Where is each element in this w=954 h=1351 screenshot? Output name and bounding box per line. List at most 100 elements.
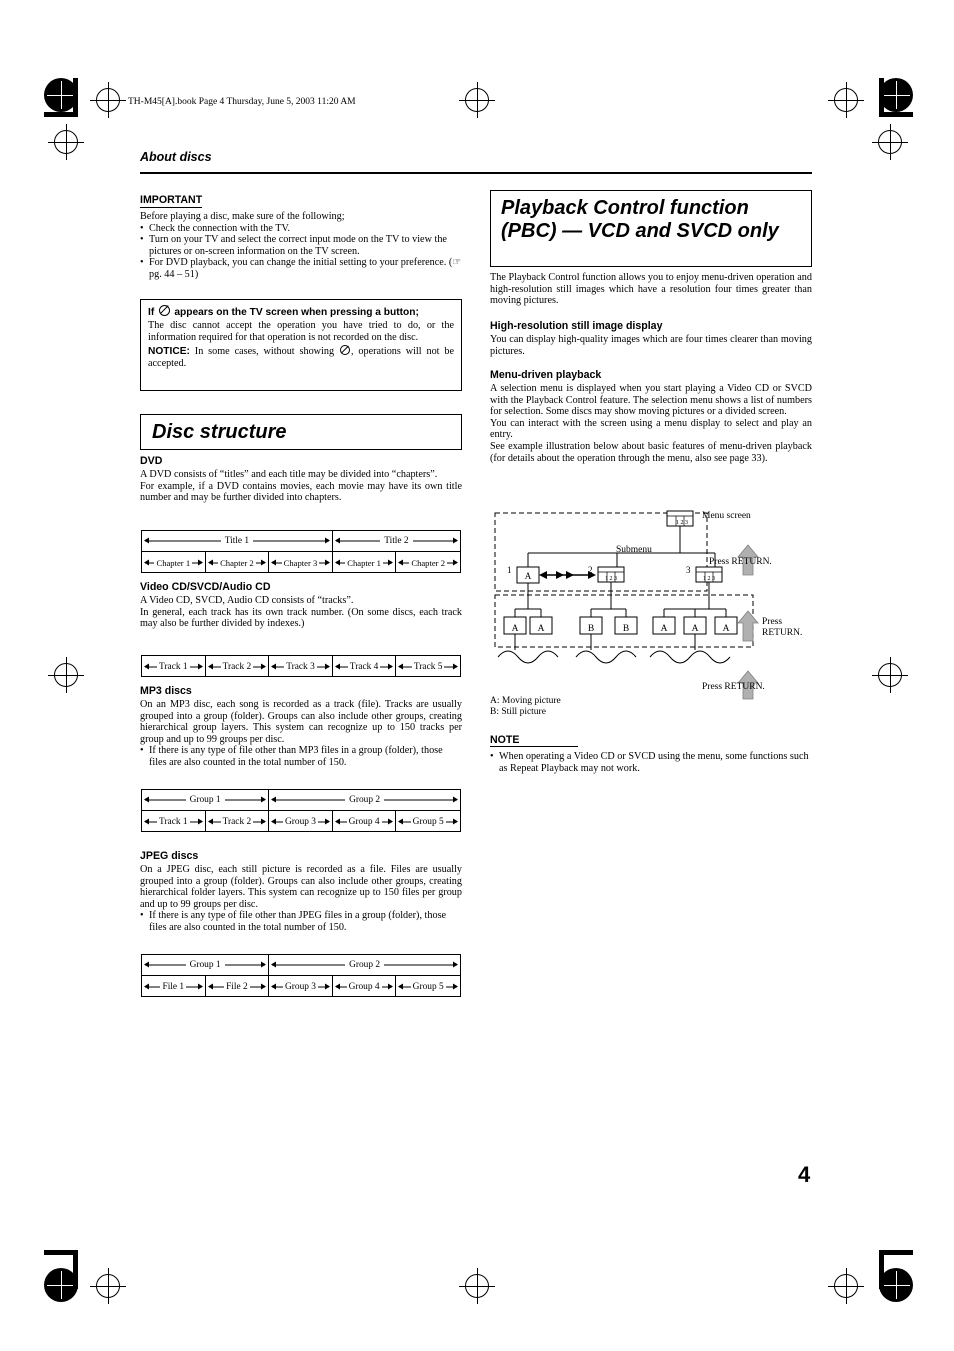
cell-label: Chapter 3: [281, 557, 320, 568]
jpeg-block: JPEG discs On a JPEG disc, each still pi…: [140, 850, 462, 934]
cell-label: Track 5: [411, 661, 445, 672]
table-cell: Group 5: [396, 811, 460, 832]
table-cell: Group 4: [333, 976, 397, 997]
menu-driven-heading: Menu-driven playback: [490, 369, 602, 381]
crosshair-top-center: [459, 82, 495, 118]
pbc-intro: The Playback Control function allows you…: [490, 272, 812, 307]
vcd-block: Video CD/SVCD/Audio CD A Video CD, SVCD,…: [140, 581, 462, 630]
registration-mark-top-right: [879, 78, 913, 112]
running-head: About discs: [140, 150, 212, 164]
cell-label: Chapter 1: [154, 557, 193, 568]
table-cell: Track 5: [396, 656, 460, 677]
cell-label: Track 1: [157, 816, 190, 827]
pbc-title-bar: Playback Control function (PBC) — VCD an…: [490, 190, 812, 267]
crosshair-left-upper: [48, 124, 84, 160]
crop-mark-br-v: [879, 1250, 884, 1289]
note-bullet-list: When operating a Video CD or SVCD using …: [490, 751, 812, 774]
table-cell: Track 1: [142, 811, 206, 832]
important-intro: Before playing a disc, make sure of the …: [140, 211, 345, 222]
mp3-structure-table: Group 1 Group 2 Track 1 Track 2 Group 3 …: [141, 789, 461, 832]
table-cell: Track 4: [333, 656, 397, 677]
vcd-paragraph-2: In general, each track has its own track…: [140, 606, 462, 630]
dvd-structure-table: Title 1 Title 2 Chapter 1 Chapter 2 Chap…: [141, 530, 461, 573]
table-cell: File 2: [206, 976, 270, 997]
high-res-paragraph: You can display high-quality images whic…: [490, 334, 812, 357]
list-item: Turn on your TV and select the correct i…: [140, 234, 462, 257]
running-head-rule: [140, 172, 812, 174]
crosshair-bottom-right: [828, 1268, 864, 1304]
table-cell: Group 4: [333, 811, 397, 832]
table-cell: Group 3: [269, 811, 333, 832]
page: TH-M45[A].book Page 4 Thursday, June 5, …: [0, 0, 954, 1351]
submenu-label: Submenu: [616, 545, 652, 555]
table-row: File 1 File 2 Group 3 Group 4 Group 5: [142, 976, 460, 997]
crosshair-bottom-center: [459, 1268, 495, 1304]
pbc-diagram: 1 2 3 1 2 3 1 2 3 A 1 2 3 A A B B A A A …: [490, 505, 812, 720]
cell-label: Track 3: [284, 661, 317, 672]
book-header-line: TH-M45[A].book Page 4 Thursday, June 5, …: [128, 97, 356, 107]
table-cell: Group 2: [269, 790, 460, 810]
prohibit-box-body: The disc cannot accept the operation you…: [148, 320, 454, 343]
table-row: Chapter 1 Chapter 2 Chapter 3 Chapter 1 …: [142, 552, 460, 573]
cell-label: Group 2: [345, 960, 385, 970]
jpeg-heading: JPEG discs: [140, 850, 199, 862]
crop-mark-bl-v: [73, 1250, 78, 1289]
cell-label: Group 1: [185, 795, 225, 805]
crosshair-right-middle: [872, 657, 908, 693]
crosshair-bottom-left: [90, 1268, 126, 1304]
crop-mark-br-h: [879, 1250, 913, 1255]
table-row: Track 1 Track 2 Group 3 Group 4 Group 5: [142, 811, 460, 832]
menu-driven-paragraph-2: You can interact with the screen using a…: [490, 417, 812, 441]
table-cell: Group 5: [396, 976, 460, 997]
cell-label: Track 2: [220, 661, 254, 672]
svg-text:1 2 3: 1 2 3: [703, 576, 715, 582]
note-block: NOTE When operating a Video CD or SVCD u…: [490, 730, 812, 774]
crosshair-right-upper: [872, 124, 908, 160]
mp3-bullet-list: If there is any type of file other than …: [140, 745, 462, 768]
table-row: Track 1 Track 2 Track 3 Track 4 Track 5: [142, 656, 460, 677]
dvd-block: DVD A DVD consists of “titles” and each …: [140, 455, 462, 504]
right-column-intro: The Playback Control function allows you…: [490, 272, 812, 307]
cell-label: Group 5: [410, 816, 446, 827]
cell-label: Chapter 2: [218, 557, 256, 568]
crosshair-top-right: [828, 82, 864, 118]
jpeg-bullet-list: If there is any type of file other than …: [140, 910, 462, 933]
mp3-heading: MP3 discs: [140, 685, 192, 697]
pbc-title: Playback Control function (PBC) — VCD an…: [501, 197, 779, 242]
legend-item-a: A: Moving picture: [490, 696, 561, 706]
jpeg-structure-table: Group 1 Group 2 File 1 File 2 Group 3 Gr…: [141, 954, 461, 997]
table-cell: Chapter 2: [396, 552, 460, 573]
svg-text:2: 2: [588, 565, 593, 575]
cell-label: Track 4: [347, 661, 381, 672]
table-row: Group 1 Group 2: [142, 955, 460, 976]
crop-mark-tr-h: [879, 112, 913, 117]
table-cell: Track 3: [269, 656, 333, 677]
important-heading: IMPORTANT: [140, 194, 203, 208]
cell-label: Track 2: [220, 816, 254, 827]
prohibit-box-title: If appears on the TV screen when pressin…: [148, 305, 454, 318]
prohibit-icon: [158, 305, 170, 316]
table-cell: Group 1: [142, 790, 270, 810]
prohibit-box-title-post: appears on the TV screen when pressing a…: [174, 307, 419, 318]
svg-text:B: B: [588, 624, 594, 634]
press-return-label-3: Press RETURN.: [702, 682, 765, 692]
high-res-section: High-resolution still image display You …: [490, 320, 812, 357]
cell-label: File 2: [224, 981, 250, 992]
table-cell: Chapter 1: [142, 552, 206, 573]
jpeg-paragraph-1: On a JPEG disc, each still picture is re…: [140, 864, 462, 910]
table-cell: Chapter 2: [206, 552, 270, 573]
table-row: Group 1 Group 2: [142, 790, 460, 811]
table-cell: Group 2: [269, 955, 460, 975]
left-column: IMPORTANT Before playing a disc, make su…: [140, 190, 462, 281]
cell-label: Group 3: [282, 981, 318, 992]
svg-text:1 2 3: 1 2 3: [676, 520, 688, 526]
cell-label: Group 5: [410, 981, 446, 992]
svg-text:A: A: [723, 624, 730, 634]
table-cell: Chapter 3: [269, 552, 333, 573]
crosshair-left-middle: [48, 657, 84, 693]
svg-text:1 2 3: 1 2 3: [605, 576, 617, 582]
cell-label: Group 3: [282, 816, 318, 827]
table-cell: File 1: [142, 976, 206, 997]
list-item: Check the connection with the TV.: [140, 223, 462, 235]
vcd-heading: Video CD/SVCD/Audio CD: [140, 581, 271, 593]
